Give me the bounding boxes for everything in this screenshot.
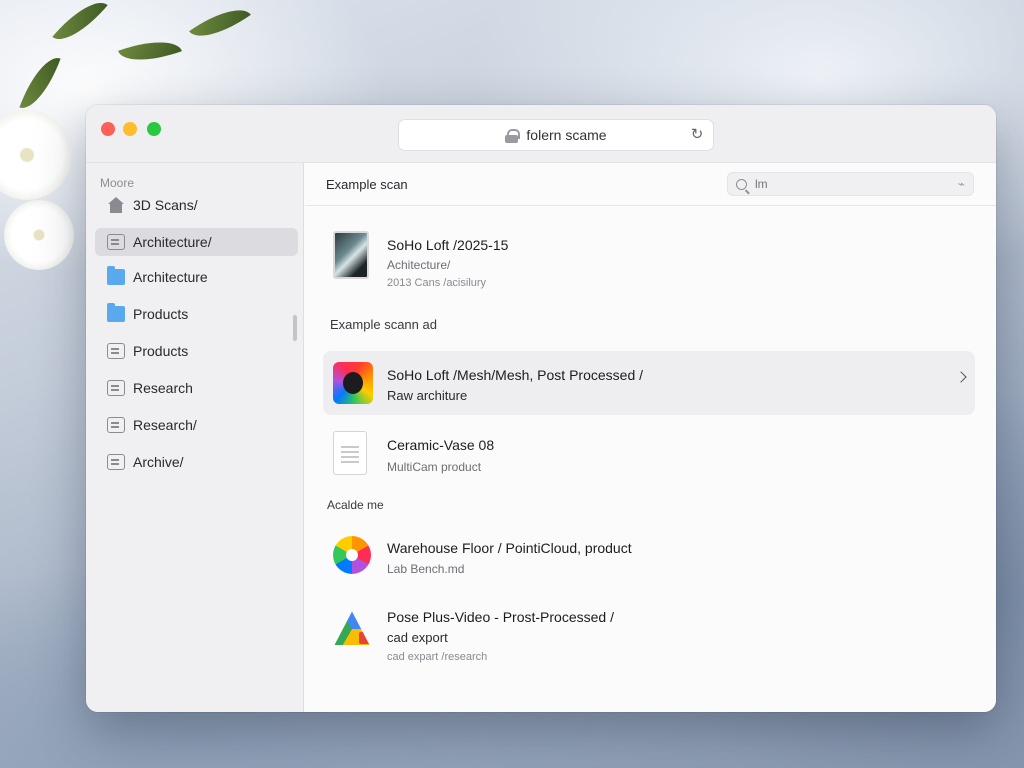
sidebar-item-label: Products [133,343,189,359]
leaf-decoration [52,0,108,52]
document-icon [107,417,125,433]
sidebar-item-research-2[interactable]: Research/ [95,411,298,439]
document-thumbnail [333,431,367,475]
list-item[interactable]: Warehouse Floor / PointiCloud, product L… [323,528,975,588]
sidebar-item-architecture[interactable]: Architecture [95,263,298,291]
address-bar[interactable]: folern scame ↻ [398,119,714,151]
leaf-decoration [19,51,61,115]
item-title: Pose Plus-Video - Prost-Processed / [387,609,614,625]
sidebar-item-label: Research/ [133,417,197,433]
content-header: Example scan ⌁ [305,163,996,206]
item-detail: 2013 Cans /acisilury [387,277,487,289]
sidebar-item-label: Products [133,306,189,322]
sidebar-item-products-2[interactable]: Products [95,337,298,365]
item-subtitle: cad export [387,630,448,645]
search-field[interactable]: ⌁ [727,172,974,196]
document-icon [107,343,125,359]
content-title: Example scan [326,177,408,192]
sidebar-item-label: 3D Scans/ [133,197,198,213]
sidebar-item-label: Research [133,380,193,396]
microphone-icon[interactable]: ⌁ [958,177,965,191]
reload-icon[interactable]: ↻ [689,127,705,143]
list-item[interactable]: SoHo Loft /2025-15 Achitecture/ 2013 Can… [323,223,975,295]
sidebar-item-label: Architecture [133,269,208,285]
item-title: SoHo Loft /Mesh/Mesh, Post Processed / [387,367,644,383]
list-item[interactable]: Ceramic-Vase 08 MultiCam product [323,425,975,489]
sidebar-item-architecture-selected[interactable]: Architecture/ [95,228,298,256]
list-item[interactable]: Pose Plus-Video - Prost-Processed / cad … [323,598,975,670]
sidebar-item-archive[interactable]: Archive/ [95,448,298,476]
item-detail: cad expart /research [387,651,488,663]
sidebar-scrollbar[interactable] [293,315,297,341]
item-subtitle: Raw architure [387,388,468,403]
sidebar-item-research[interactable]: Research [95,374,298,402]
sidebar-item-products[interactable]: Products [95,300,298,328]
minimize-button[interactable] [123,122,137,136]
scan-thumbnail [333,231,369,279]
scan-icon [107,234,125,250]
pointcloud-thumbnail [333,536,371,574]
sidebar-item-label: Architecture/ [133,234,212,250]
list-item-selected[interactable]: SoHo Loft /Mesh/Mesh, Post Processed / R… [323,351,975,415]
search-icon [736,178,747,190]
sidebar-item-3d-scans[interactable]: 3D Scans/ [95,191,298,219]
leaf-decoration [118,30,182,72]
folder-icon [107,266,125,285]
search-input[interactable] [755,177,945,191]
cad-thumbnail [334,611,370,645]
item-title: Ceramic-Vase 08 [387,437,495,453]
leaf-decoration [189,0,251,50]
zoom-button[interactable] [147,122,161,136]
chevron-right-icon[interactable] [955,371,967,383]
lock-icon [505,128,521,143]
content-pane: Example scan ⌁ SoHo Loft /2025-15 Achite… [305,163,996,712]
section-label: Acalde me [327,498,384,512]
sidebar-item-label: Archive/ [133,454,184,470]
address-text: folern scame [526,127,607,143]
item-subtitle: Achitecture/ [387,258,451,272]
document-icon [107,380,125,396]
item-title: Warehouse Floor / PointiCloud, product [387,540,632,556]
sidebar-heading: Moore [100,176,135,190]
item-subtitle: Lab Bench.md [387,562,465,576]
flower-decoration [0,110,72,200]
title-bar: folern scame ↻ [86,105,996,163]
folder-icon [107,303,125,322]
home-icon [107,197,125,213]
sidebar: Moore 3D Scans/ Architecture/ Architectu… [86,163,304,712]
scan-thumbnail [333,362,373,404]
close-button[interactable] [101,122,115,136]
item-title: SoHo Loft /2025-15 [387,237,509,253]
item-subtitle: MultiCam product [387,460,482,474]
archive-icon [107,454,125,470]
finder-window: folern scame ↻ Moore 3D Scans/ Architect… [86,105,996,712]
section-label: Example scann ad [330,317,437,332]
flower-decoration [4,200,74,270]
